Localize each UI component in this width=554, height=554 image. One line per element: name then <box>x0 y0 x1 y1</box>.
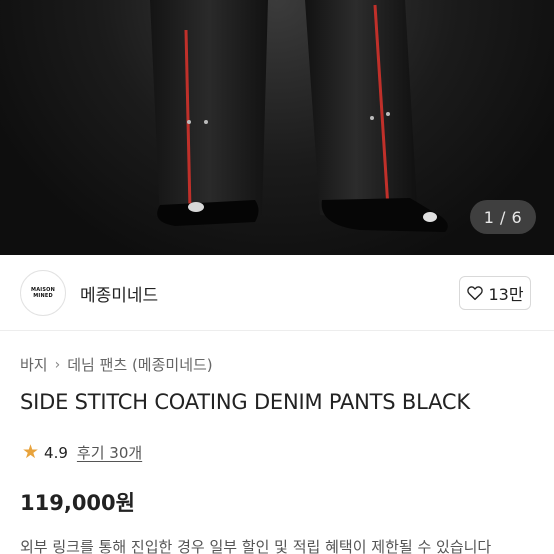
brand-row[interactable]: MAISON MINED 메종미네드 13만 <box>0 255 554 331</box>
discount-notice: 외부 링크를 통해 진입한 경우 일부 할인 및 적립 혜택이 제한될 수 있습… <box>20 538 492 554</box>
star-icon: ★ <box>22 441 40 463</box>
brand-logo-text: MAISON MINED <box>31 287 55 299</box>
chevron-right-icon: › <box>54 356 61 373</box>
product-title: SIDE STITCH COATING DENIM PANTS BLACK <box>20 390 470 414</box>
heart-icon <box>467 286 484 301</box>
rating-score: 4.9 <box>44 443 68 462</box>
reviews-link[interactable]: 후기 30개 <box>77 442 142 463</box>
breadcrumb-subcategory[interactable]: 데님 팬츠 (메종미네드) <box>67 354 212 375</box>
like-button[interactable]: 13만 <box>459 276 531 310</box>
rating: ★ 4.9 후기 30개 <box>22 442 142 463</box>
brand-name[interactable]: 메종미네드 <box>80 281 158 306</box>
breadcrumb-category[interactable]: 바지 <box>20 354 48 375</box>
image-counter: 1 / 6 <box>470 200 536 234</box>
brand-logo[interactable]: MAISON MINED <box>20 270 66 316</box>
like-count: 13만 <box>488 285 524 304</box>
price: 119,000원 <box>20 491 135 515</box>
breadcrumb: 바지 › 데님 팬츠 (메종미네드) <box>20 354 213 375</box>
product-image[interactable]: 1 / 6 <box>0 0 554 255</box>
